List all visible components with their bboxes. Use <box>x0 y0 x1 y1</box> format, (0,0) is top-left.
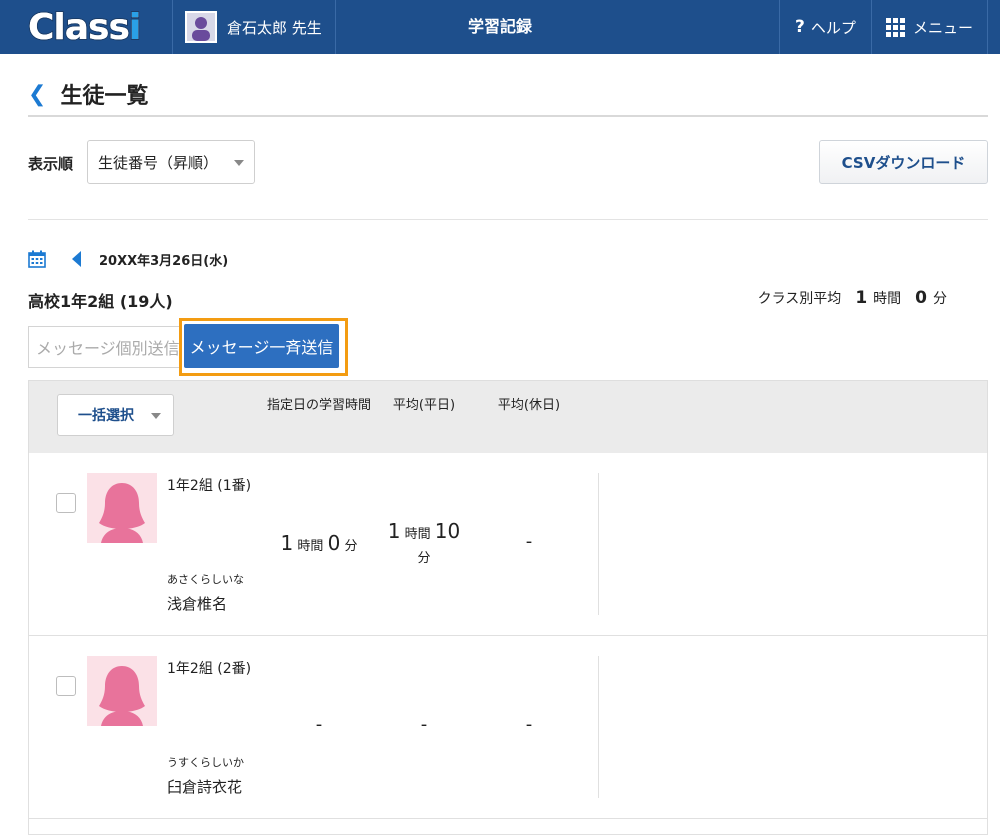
weekday-average-cell: 1 時間 10 分 <box>374 519 474 571</box>
hour-unit: 時間 <box>297 539 324 554</box>
calendar-icon[interactable] <box>28 250 46 268</box>
table-row <box>28 819 988 835</box>
classi-logo[interactable]: Class i <box>27 6 142 49</box>
title-divider <box>28 115 988 117</box>
study-time-cell: 1 時間 0 分 <box>267 531 371 555</box>
user-name: 倉石太郎 先生 <box>227 18 322 37</box>
student-class: 1年2組 (1番) <box>167 478 252 494</box>
csv-download-button[interactable]: CSVダウンロード <box>819 140 988 184</box>
table-header: 一括選択 指定日の学習時間 平均(平日) 平均(休日) <box>28 380 988 454</box>
class-average: クラス別平均 1 時間 0 分 <box>758 288 947 308</box>
send-bulk-message-button[interactable]: メッセージ一斉送信 <box>184 324 339 368</box>
user-menu[interactable]: 倉石太郎 先生 <box>172 0 336 54</box>
class-name: 高校1年2組 (19人) <box>28 292 173 311</box>
section-header: ❮ 生徒一覧 <box>28 78 148 110</box>
sort-value: 生徒番号（昇順） <box>98 153 219 172</box>
section-title: 生徒一覧 <box>60 84 149 109</box>
study-hours: 1 <box>280 531 294 555</box>
holiday-average-cell: - <box>525 714 533 735</box>
table-row: 1年2組 (1番) あさくらしいな 浅倉椎名 1 時間 0 分 1 時間 10 … <box>28 453 988 636</box>
chevron-down-icon <box>234 160 244 166</box>
column-divider <box>598 656 599 798</box>
column-header-holiday-average: 平均(休日) <box>497 398 561 413</box>
help-button[interactable]: ? ヘルプ <box>779 0 871 54</box>
student-photo-placeholder-icon <box>87 473 157 543</box>
hours-unit: 時間 <box>873 291 902 307</box>
student-name: 浅倉椎名 <box>167 595 228 613</box>
selected-date: 20XX年3月26日(水) <box>99 253 229 269</box>
row-checkbox[interactable] <box>56 676 76 696</box>
date-selector: 20XX年3月26日(水) <box>28 248 228 270</box>
student-photo-placeholder-icon <box>87 656 157 726</box>
question-icon: ? <box>795 17 805 37</box>
minute-unit: 分 <box>417 551 431 566</box>
column-divider <box>598 473 599 615</box>
app-title: 学習記録 <box>467 17 532 36</box>
user-avatar-icon <box>185 11 217 43</box>
menu-label: メニュー <box>912 18 973 37</box>
student-name: 臼倉詩衣花 <box>167 778 243 796</box>
holiday-average-cell: - <box>525 531 533 552</box>
help-label: ヘルプ <box>810 18 856 37</box>
divider <box>28 219 988 220</box>
class-average-minutes: 0 <box>915 288 927 308</box>
column-header-study-time: 指定日の学習時間 <box>267 398 372 413</box>
bulk-select-dropdown[interactable]: 一括選択 <box>57 394 174 436</box>
row-checkbox[interactable] <box>56 493 76 513</box>
grid-icon <box>885 17 905 37</box>
student-kana: うすくらしいか <box>167 756 244 769</box>
previous-day-arrow-icon[interactable] <box>72 251 81 267</box>
send-individual-message-button[interactable]: メッセージ個別送信 <box>28 326 180 368</box>
student-class: 1年2組 (2番) <box>167 661 252 677</box>
class-average-label: クラス別平均 <box>757 291 842 307</box>
logo-text: Class <box>27 6 131 49</box>
bulk-select-label: 一括選択 <box>78 408 134 424</box>
sort-label: 表示順 <box>28 155 74 173</box>
student-kana: あさくらしいな <box>167 573 244 586</box>
minute-unit: 分 <box>344 539 358 554</box>
top-navigation-bar: Class i 倉石太郎 先生 学習記録 ? ヘルプ メニュー <box>0 0 1000 54</box>
sort-order-select[interactable]: 生徒番号（昇順） <box>87 140 255 184</box>
class-average-hours: 1 <box>855 288 868 308</box>
minutes-unit: 分 <box>933 291 947 307</box>
column-header-weekday-average: 平均(平日) <box>392 398 456 413</box>
menu-button[interactable]: メニュー <box>871 0 988 54</box>
hour-unit: 時間 <box>404 527 431 542</box>
weekday-hours: 1 <box>387 519 401 543</box>
weekday-average-cell: - <box>420 714 428 735</box>
logo-i: i <box>128 6 142 49</box>
study-time-cell: - <box>315 714 323 735</box>
weekday-minutes: 10 <box>434 519 461 543</box>
study-minutes: 0 <box>327 531 341 555</box>
chevron-down-icon <box>151 413 161 419</box>
chevron-left-icon[interactable]: ❮ <box>28 82 46 107</box>
table-row: 1年2組 (2番) うすくらしいか 臼倉詩衣花 - - - <box>28 636 988 819</box>
